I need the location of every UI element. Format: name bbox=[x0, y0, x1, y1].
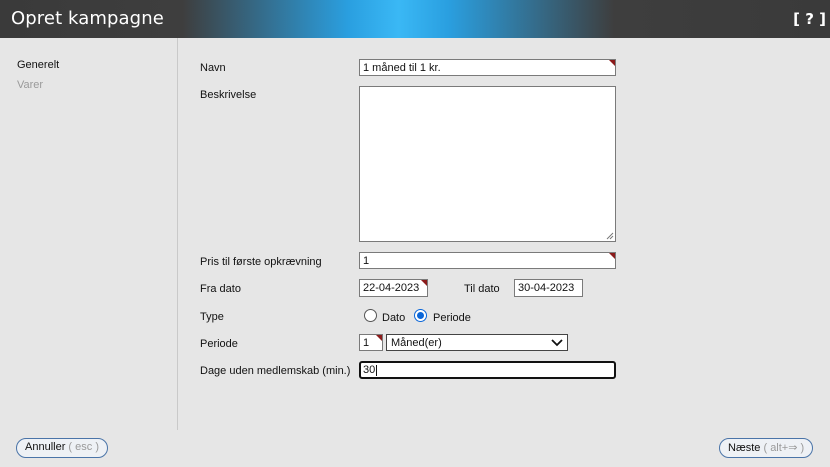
text-caret bbox=[376, 364, 378, 376]
periode-count-value: 1 bbox=[363, 337, 370, 349]
periode-unit-select[interactable]: Måned(er) bbox=[386, 334, 568, 351]
pris-label: Pris til første opkrævning bbox=[200, 256, 322, 268]
beskrivelse-label: Beskrivelse bbox=[200, 89, 257, 101]
type-radio-dato[interactable] bbox=[364, 309, 377, 322]
pris-input[interactable]: 1 bbox=[359, 252, 616, 269]
fra-dato-label: Fra dato bbox=[200, 283, 241, 295]
sidebar-item-varer[interactable]: Varer bbox=[17, 79, 43, 91]
help-button[interactable]: [ ? ] bbox=[793, 10, 826, 28]
dage-value: 30 bbox=[363, 364, 376, 376]
dage-label: Dage uden medlemskab (min.) bbox=[200, 365, 351, 377]
chevron-down-icon bbox=[551, 339, 563, 347]
periode-unit-value: Måned(er) bbox=[391, 337, 442, 349]
til-dato-value: 30-04-2023 bbox=[518, 282, 575, 294]
cancel-button[interactable]: Annuller ( esc ) bbox=[16, 438, 108, 458]
title-bar: Opret kampagne [ ? ] bbox=[0, 0, 830, 38]
type-radio-periode[interactable] bbox=[414, 309, 427, 322]
sidebar-item-generelt[interactable]: Generelt bbox=[17, 59, 59, 71]
navn-value: 1 måned til 1 kr. bbox=[363, 62, 441, 74]
sidebar: Generelt Varer bbox=[0, 38, 178, 430]
page-title: Opret kampagne bbox=[11, 8, 164, 29]
type-option-dato: Dato bbox=[382, 312, 406, 324]
fra-dato-value: 22-04-2023 bbox=[363, 282, 420, 294]
next-shortcut-hint: ( alt+⇒ ) bbox=[763, 442, 805, 454]
navn-label: Navn bbox=[200, 62, 226, 74]
periode-label: Periode bbox=[200, 338, 238, 350]
cancel-button-label: Annuller bbox=[25, 441, 66, 453]
til-dato-input[interactable]: 30-04-2023 bbox=[514, 279, 583, 297]
fra-dato-input[interactable]: 22-04-2023 bbox=[359, 279, 428, 297]
navn-input[interactable]: 1 måned til 1 kr. bbox=[359, 59, 616, 76]
type-label: Type bbox=[200, 311, 224, 323]
dage-input[interactable]: 30 bbox=[359, 361, 616, 379]
til-dato-label: Til dato bbox=[464, 283, 500, 295]
cancel-shortcut-hint: ( esc ) bbox=[68, 441, 99, 453]
pris-value: 1 bbox=[363, 255, 370, 267]
next-button[interactable]: Næste ( alt+⇒ ) bbox=[719, 438, 814, 458]
type-option-periode: Periode bbox=[433, 312, 471, 324]
beskrivelse-textarea[interactable] bbox=[359, 86, 616, 242]
resize-grip-icon[interactable] bbox=[605, 231, 614, 240]
next-button-label: Næste bbox=[728, 442, 761, 454]
periode-count-input[interactable]: 1 bbox=[359, 334, 383, 351]
